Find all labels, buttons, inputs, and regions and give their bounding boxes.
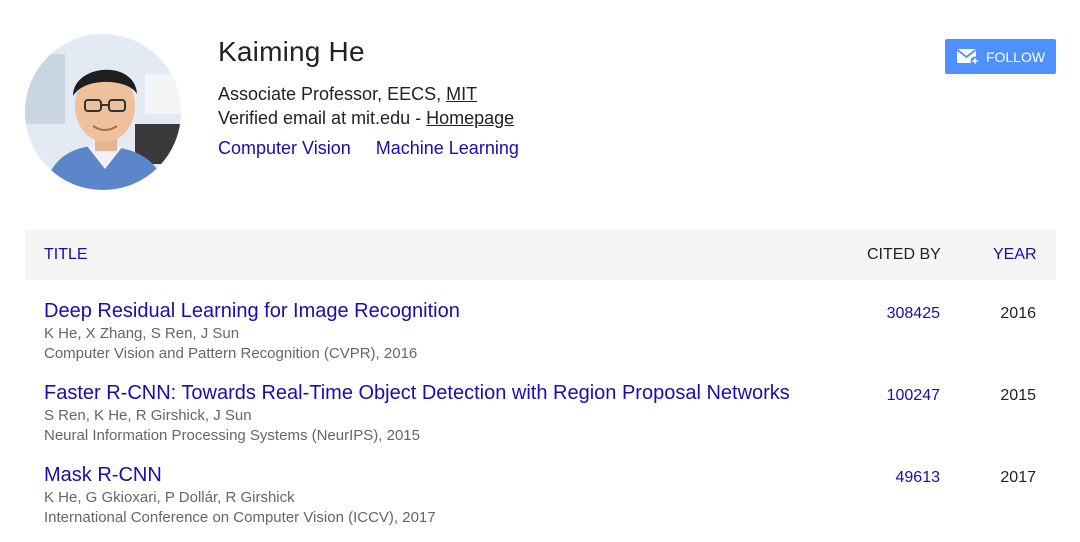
position-text: Associate Professor, EECS,	[218, 84, 447, 104]
paper-authors: K He, X Zhang, S Ren, J Sun	[44, 325, 240, 342]
follow-label: FOLLOW	[985, 48, 1046, 65]
paper-authors: S Ren, K He, R Girshick, J Sun	[44, 407, 252, 424]
sort-by-title[interactable]: TITLE	[44, 246, 88, 264]
paper-venue: International Conference on Computer Vis…	[44, 509, 436, 526]
citation-count-link[interactable]: 49613	[896, 469, 941, 487]
table-row: Mask R-CNN K He, G Gkioxari, P Dollár, R…	[25, 464, 1056, 542]
affiliation-link[interactable]: MIT	[446, 84, 477, 104]
citation-count-link[interactable]: 308425	[887, 305, 940, 323]
interest-machine-learning[interactable]: Machine Learning	[376, 138, 519, 158]
profile-position: Associate Professor, EECS, MIT	[218, 84, 477, 105]
profile-photo	[25, 34, 181, 190]
profile-photo-image	[25, 34, 181, 190]
interest-computer-vision[interactable]: Computer Vision	[218, 138, 351, 158]
paper-year: 2016	[1000, 305, 1036, 322]
table-row: Deep Residual Learning for Image Recogni…	[25, 300, 1056, 378]
sort-by-year[interactable]: YEAR	[993, 246, 1037, 264]
citation-count-link[interactable]: 100247	[887, 387, 940, 405]
follow-button[interactable]: FOLLOW	[945, 39, 1056, 74]
paper-year: 2017	[1000, 469, 1036, 486]
paper-venue: Computer Vision and Pattern Recognition …	[44, 345, 418, 362]
profile-name: Kaiming He	[218, 36, 365, 67]
paper-authors: K He, G Gkioxari, P Dollár, R Girshick	[44, 489, 295, 506]
research-interests: Computer Vision Machine Learning	[218, 138, 539, 159]
cited-by-header: CITED BY	[867, 246, 941, 263]
paper-venue: Neural Information Processing Systems (N…	[44, 427, 420, 444]
email-text: Verified email at mit.edu -	[218, 108, 427, 128]
paper-title-link[interactable]: Deep Residual Learning for Image Recogni…	[44, 300, 460, 323]
table-header: TITLE CITED BY YEAR	[25, 230, 1056, 280]
profile-email: Verified email at mit.edu - Homepage	[218, 108, 514, 129]
paper-title-link[interactable]: Faster R-CNN: Towards Real-Time Object D…	[44, 382, 790, 405]
paper-title-link[interactable]: Mask R-CNN	[44, 464, 162, 487]
homepage-link[interactable]: Homepage	[426, 108, 514, 128]
table-row: Faster R-CNN: Towards Real-Time Object D…	[25, 382, 1056, 460]
mail-plus-icon	[956, 48, 980, 66]
paper-year: 2015	[1000, 387, 1036, 404]
